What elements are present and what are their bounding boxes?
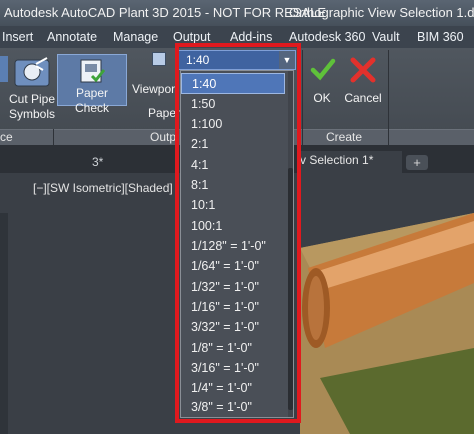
new-tab-button[interactable]: + (406, 155, 428, 170)
ok-label: OK (313, 91, 331, 105)
close-x-icon (350, 57, 376, 83)
tab-bim-360[interactable]: BIM 360 (417, 26, 464, 48)
ok-button[interactable]: OK (306, 54, 338, 108)
divider (388, 50, 389, 145)
paper-check-button[interactable]: Paper Check (57, 54, 127, 115)
tab-insert[interactable]: Insert (2, 26, 33, 48)
tab-manage[interactable]: Manage (113, 26, 158, 48)
cut-pipe-symbols-button[interactable]: Cut Pipe Symbols (9, 52, 55, 128)
cut-pipe-symbols-label-2: Symbols (8, 107, 55, 121)
cut-pipe-symbols-label-1: Cut Pipe (8, 92, 56, 106)
divider (53, 129, 54, 145)
tab-vault[interactable]: Vault (372, 26, 400, 48)
file-tab-active[interactable]: v Selection 1* (300, 151, 402, 173)
viewport-button[interactable]: Viewport (132, 82, 178, 97)
viewport-controls-label[interactable]: [−][SW Isometric][Shaded] (33, 181, 173, 195)
cancel-label: Cancel (344, 91, 382, 105)
checkmark-icon (310, 58, 336, 81)
panel-label-output: Outp (150, 130, 177, 144)
partial-tool-icon[interactable] (0, 56, 8, 82)
title-bar: Autodesk AutoCAD Plant 3D 2015 - NOT FOR… (0, 0, 474, 26)
viewport-icon (152, 52, 166, 66)
document-title: Orthographic View Selection 1.dwg (289, 5, 474, 20)
file-tab-active-label: v Selection 1* (300, 153, 374, 167)
annotation-highlight-box (175, 43, 301, 423)
paper-check-label: Paper Check (74, 86, 109, 115)
panel-label-create: Create (326, 130, 363, 144)
tab-annotate[interactable]: Annotate (47, 26, 97, 48)
divider (302, 50, 303, 145)
cancel-button[interactable]: Cancel (340, 54, 386, 108)
panel-label-left: ce (0, 130, 13, 144)
cut-pipe-icon (14, 57, 50, 87)
file-tab-3d[interactable]: 3* (92, 152, 103, 172)
app-title: Autodesk AutoCAD Plant 3D 2015 - NOT FOR… (4, 5, 327, 20)
paper-check-icon (80, 59, 106, 83)
